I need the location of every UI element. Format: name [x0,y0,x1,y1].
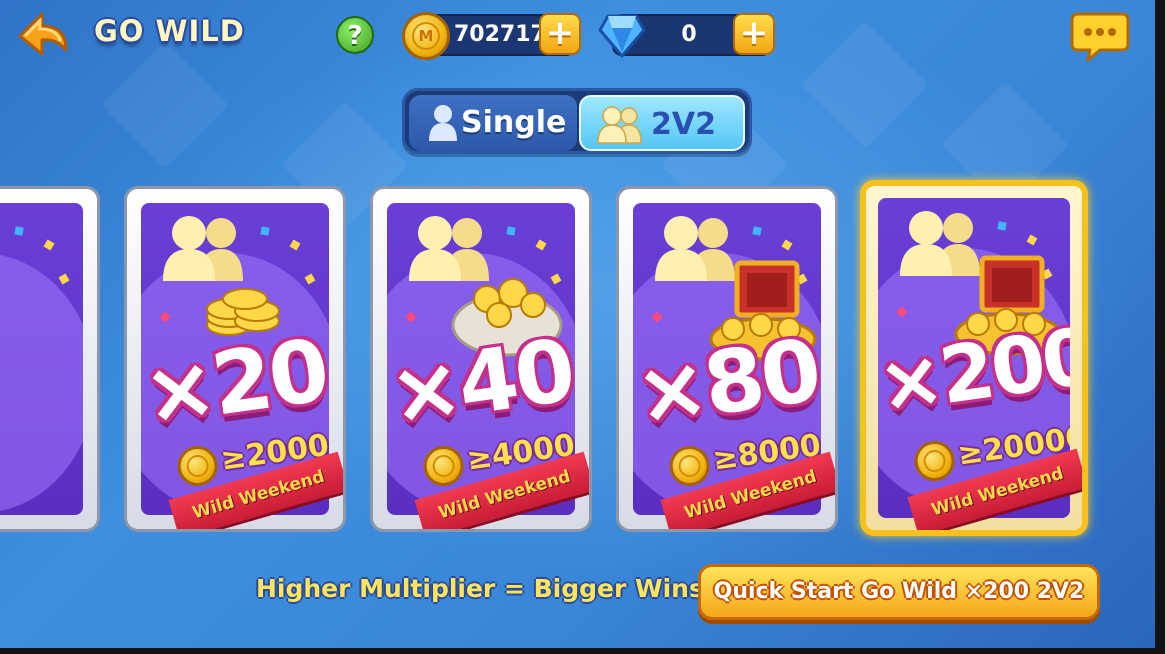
chat-bubble-icon[interactable] [1070,10,1130,62]
tab-single-label: Single [461,105,567,140]
confetti [1026,234,1038,246]
background-pattern [801,21,929,149]
confetti [289,239,301,251]
coin-ring [431,453,457,479]
coin-symbol: M [412,22,440,50]
confetti [506,226,516,236]
coin-ring [185,453,211,479]
tab-2v2-label: 2V2 [651,107,716,142]
room-card[interactable]: ×20 ≥2000 Wild Weekend [124,186,346,532]
coin-icon: M [402,12,450,60]
coin-balance-value: 702717 [454,22,546,47]
tagline: Higher Multiplier = Bigger Wins [256,574,704,603]
quick-start-label: Quick Start Go Wild ×200 2V2 [713,579,1085,604]
mode-toggle: Single 2V2 [402,88,752,154]
card-face: 8000 [0,203,83,515]
game-screen: GO WILD ? 702717 M + 0 + Single 2V2 ×20 … [0,0,1155,648]
room-card[interactable]: ×40 ≥4000 Wild Weekend [370,186,592,532]
coin-ring [922,448,948,474]
page-title: GO WILD [94,14,245,48]
quick-start-button[interactable]: Quick Start Go Wild ×200 2V2 [698,564,1100,620]
confetti [535,239,547,251]
room-card[interactable]: ×80 ≥8000 Wild Weekend [616,186,838,532]
add-coins-button[interactable]: + [539,13,581,55]
confetti [14,226,24,236]
window-edge [0,648,1165,654]
confetti [304,273,316,285]
tab-single[interactable]: Single [409,95,577,151]
background-pattern [101,41,229,169]
players-icon [163,216,243,281]
window-edge [1155,0,1165,654]
confetti [43,239,55,251]
room-card[interactable]: ×200 ≥20000 Wild Weekend [860,180,1088,536]
coin-ring [677,453,703,479]
confetti [997,221,1007,231]
help-button[interactable]: ? [336,16,374,54]
confetti [260,226,270,236]
tab-2v2[interactable]: 2V2 [579,95,745,151]
back-arrow-icon[interactable] [16,10,70,58]
room-card[interactable]: 8000Wild Weekend [0,186,100,532]
confetti [752,226,762,236]
players-icon [0,213,3,283]
add-gems-button[interactable]: + [733,13,775,55]
confetti [781,239,793,251]
gem-icon [598,14,646,58]
confetti [58,273,70,285]
person-icon [429,105,457,141]
players-icon [597,106,642,144]
